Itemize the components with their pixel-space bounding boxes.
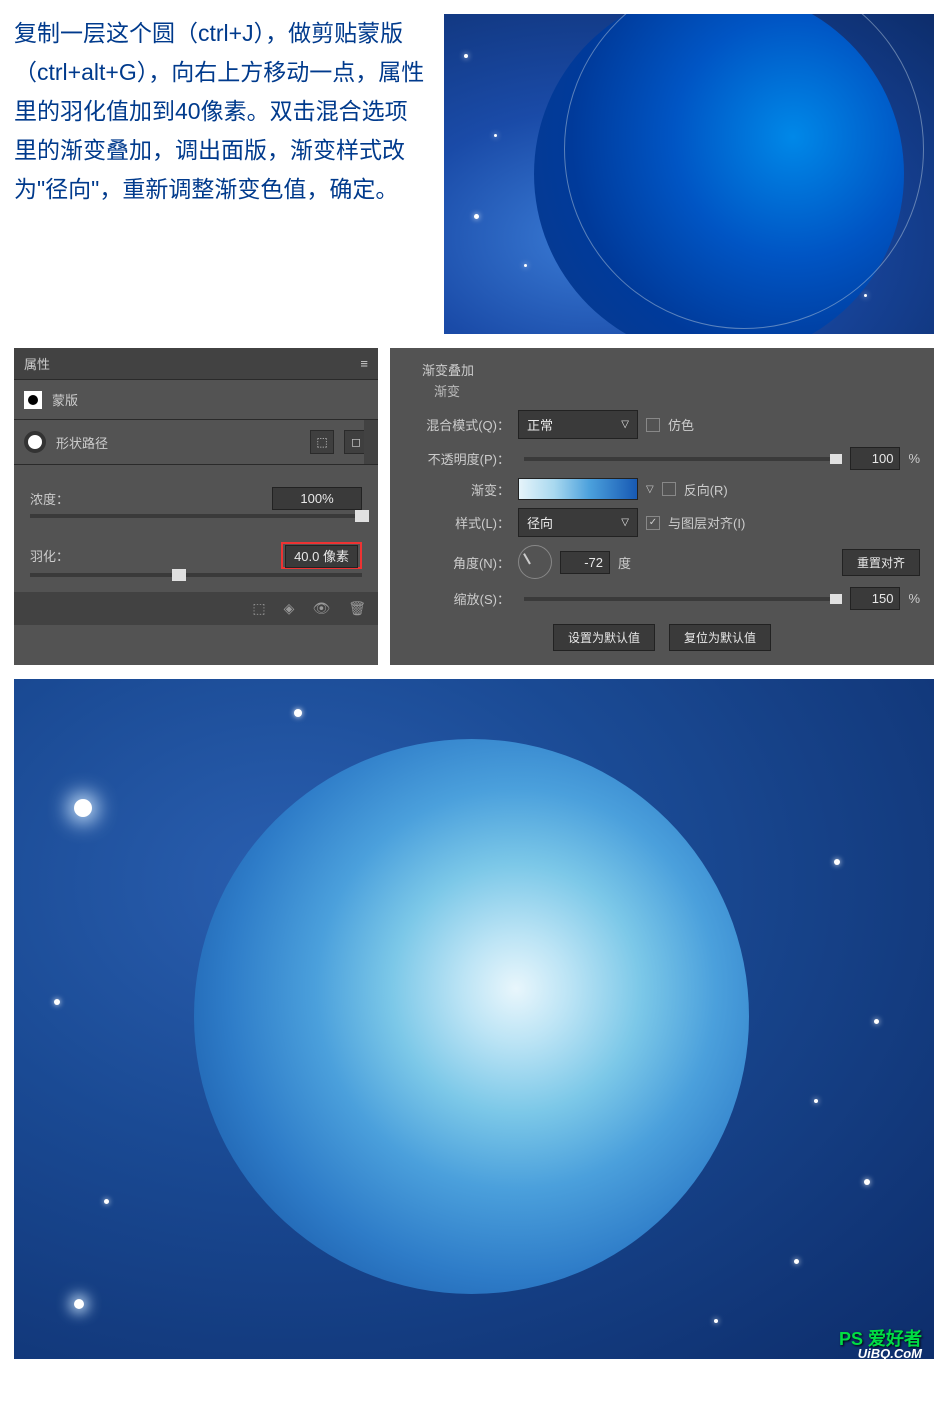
link-icon[interactable]: ⬚ xyxy=(310,430,334,454)
feather-value[interactable]: 40.0 像素 xyxy=(285,545,358,568)
blend-mode-select[interactable]: 正常▽ xyxy=(518,410,638,439)
preview-image-1 xyxy=(444,14,934,334)
reset-align-button[interactable]: 重置对齐 xyxy=(842,549,920,576)
visibility-icon[interactable]: 👁 xyxy=(312,600,330,617)
set-default-button[interactable]: 设置为默认值 xyxy=(553,624,655,651)
trash-icon[interactable]: 🗑 xyxy=(348,600,366,617)
watermark-text-2: UiBQ.CoM xyxy=(858,1346,922,1359)
result-image: PS 爱好者 UiBQ.CoM xyxy=(14,679,934,1359)
gradient-overlay-panel: 渐变叠加 渐变 混合模式(Q)： 正常▽ 仿色 不透明度(P)： 100 % 渐… xyxy=(390,348,934,665)
angle-label: 角度(N)： xyxy=(404,553,510,572)
reset-default-button[interactable]: 复位为默认值 xyxy=(669,624,771,651)
gradient-overlay-title: 渐变叠加 xyxy=(422,360,920,379)
properties-panel: 属性 ≡ 蒙版 形状路径 ⬚ ◻ 浓度： 100% 羽化： 40.0 像素 xyxy=(14,348,378,665)
angle-unit: 度 xyxy=(618,553,631,572)
style-select[interactable]: 径向▽ xyxy=(518,508,638,537)
feather-highlight: 40.0 像素 xyxy=(281,542,362,569)
opacity-label: 不透明度(P)： xyxy=(404,449,510,468)
scrollbar[interactable] xyxy=(364,420,378,464)
scale-input[interactable]: 150 xyxy=(850,587,900,610)
gradient-subtitle: 渐变 xyxy=(434,381,920,400)
opacity-input[interactable]: 100 xyxy=(850,447,900,470)
shape-icon[interactable] xyxy=(24,431,46,453)
mask-label: 蒙版 xyxy=(52,390,78,409)
align-checkbox[interactable]: ✓ xyxy=(646,516,660,530)
instruction-text: 复制一层这个圆（ctrl+J），做剪贴蒙版（ctrl+alt+G），向右上方移动… xyxy=(14,14,430,334)
dither-label: 仿色 xyxy=(668,415,694,434)
selection-icon[interactable]: ⬚ xyxy=(252,600,265,617)
gradient-label: 渐变： xyxy=(404,480,510,499)
scale-unit: % xyxy=(908,591,920,606)
gradient-preview[interactable] xyxy=(518,478,638,500)
opacity-unit: % xyxy=(908,451,920,466)
reverse-checkbox[interactable] xyxy=(662,482,676,496)
scale-label: 缩放(S)： xyxy=(404,589,510,608)
feather-label: 羽化： xyxy=(30,546,69,565)
feather-slider[interactable] xyxy=(30,573,362,577)
blend-mode-label: 混合模式(Q)： xyxy=(404,415,510,434)
align-label: 与图层对齐(I) xyxy=(668,513,745,532)
angle-dial[interactable] xyxy=(518,545,552,579)
opacity-slider[interactable] xyxy=(524,457,836,461)
dither-checkbox[interactable] xyxy=(646,418,660,432)
chevron-down-icon[interactable]: ▽ xyxy=(646,484,654,495)
density-value[interactable]: 100% xyxy=(272,487,362,510)
reverse-label: 反向(R) xyxy=(684,480,728,499)
style-label: 样式(L)： xyxy=(404,513,510,532)
panel-menu-icon[interactable]: ≡ xyxy=(360,356,368,371)
density-slider[interactable] xyxy=(30,514,362,518)
chevron-down-icon: ▽ xyxy=(621,517,629,528)
scale-slider[interactable] xyxy=(524,597,836,601)
angle-input[interactable]: -72 xyxy=(560,551,610,574)
shape-path-label: 形状路径 xyxy=(56,433,108,452)
chevron-down-icon: ▽ xyxy=(621,419,629,430)
invert-icon[interactable]: ◈ xyxy=(284,600,295,617)
properties-title: 属性 xyxy=(24,354,50,373)
density-label: 浓度： xyxy=(30,489,69,508)
mask-icon[interactable] xyxy=(24,391,42,409)
